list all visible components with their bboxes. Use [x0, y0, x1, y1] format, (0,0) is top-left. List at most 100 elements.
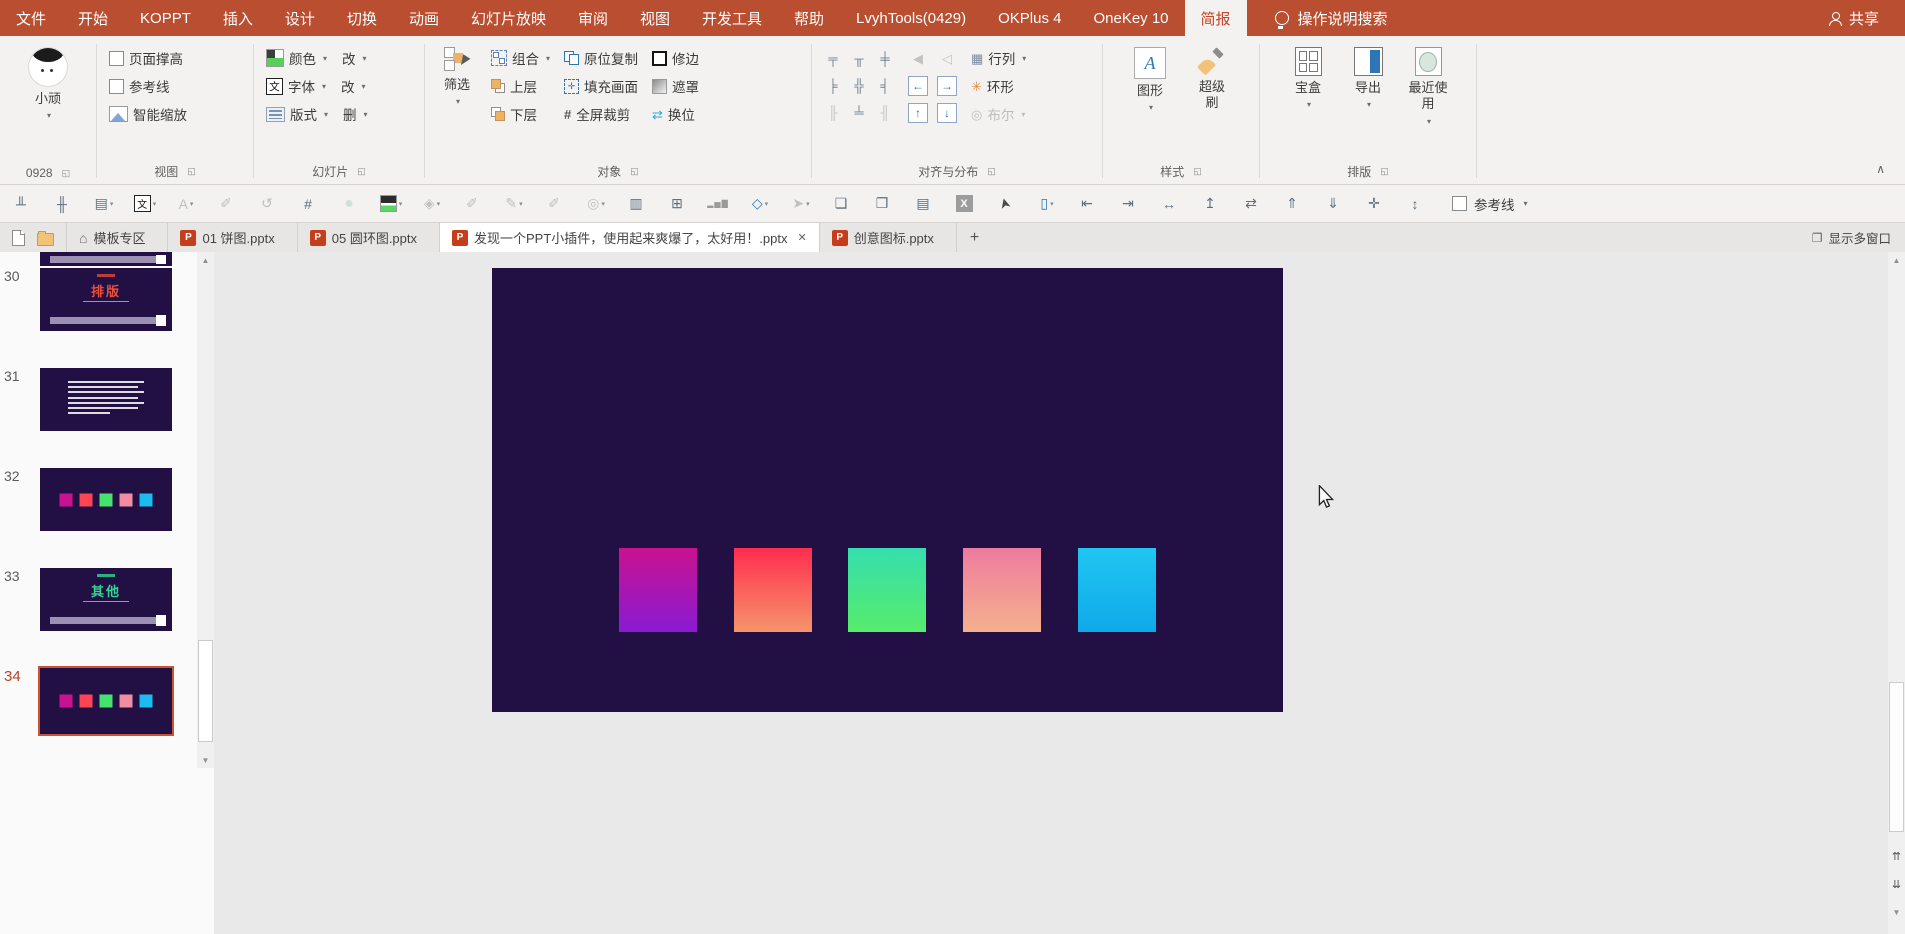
- slide-thumbnail-34-selected[interactable]: [38, 666, 174, 736]
- align-right-edge-icon[interactable]: ⇥: [1117, 191, 1141, 217]
- document-tab[interactable]: P 发现一个PPT小插件，使用起来爽爆了，太好用！.pptx ✕: [440, 223, 820, 252]
- flip-horizontal-icon[interactable]: ◀: [905, 45, 931, 72]
- align-bottom-icon[interactable]: ╨: [10, 191, 34, 217]
- textbox-icon[interactable]: ▤: [912, 191, 936, 217]
- share-button[interactable]: 共享: [1828, 0, 1879, 36]
- fullscreen-crop-button[interactable]: # 全屏裁剪: [561, 101, 641, 127]
- menu-tab[interactable]: 简报: [1184, 0, 1247, 36]
- gradient-square-red-salmon[interactable]: [734, 548, 812, 632]
- eyedropper-icon[interactable]: ✐: [461, 191, 485, 217]
- eyedropper-icon[interactable]: ✐: [215, 191, 239, 217]
- menu-tab[interactable]: 动画: [393, 0, 455, 36]
- scroll-up-icon[interactable]: ▲: [1888, 252, 1905, 268]
- filter-select-button[interactable]: 筛选 ▾: [434, 43, 480, 107]
- dialog-launcher-icon[interactable]: ◱: [187, 167, 196, 176]
- duplicate-in-place-button[interactable]: 原位复制: [561, 45, 641, 71]
- rows-columns-button[interactable]: ▦ 行列 ▾: [968, 45, 1029, 71]
- image-reset-icon[interactable]: ↺: [256, 191, 280, 217]
- next-slide-icon[interactable]: ⇊: [1888, 876, 1905, 892]
- nudge-left-icon[interactable]: ←: [905, 72, 931, 99]
- scrollbar-thumb[interactable]: [198, 640, 213, 742]
- menu-tab[interactable]: 切换: [331, 0, 393, 36]
- avatar-button[interactable]: 小顽 ▾: [24, 43, 72, 121]
- nudge-up-icon[interactable]: ↑: [905, 99, 931, 126]
- page-height-toggle[interactable]: 页面撑高: [106, 45, 190, 71]
- paint-bucket-icon[interactable]: ◈ ▾: [420, 191, 444, 217]
- bring-forward-button[interactable]: 上层: [488, 73, 553, 99]
- nudge-right-icon[interactable]: →: [934, 72, 960, 99]
- font-case-icon[interactable]: A ▾: [174, 191, 198, 217]
- eyedropper-icon[interactable]: ✐: [543, 191, 567, 217]
- show-multiple-windows-button[interactable]: ❐ 显示多窗口: [1812, 223, 1905, 252]
- flip-vertical-icon[interactable]: ◁: [934, 45, 960, 72]
- menu-tab[interactable]: 设计: [269, 0, 331, 36]
- gradient-square-magenta-purple[interactable]: [619, 548, 697, 632]
- selection-frame-icon[interactable]: ▯ ▾: [1035, 191, 1059, 217]
- stretch-horizontal-icon[interactable]: ╟: [821, 99, 845, 126]
- shapes-icon[interactable]: ◇ ▾: [748, 191, 772, 217]
- slide-thumbnail-33[interactable]: 其他: [40, 568, 172, 631]
- export-button[interactable]: 导出 ▾: [1344, 43, 1392, 110]
- super-brush-button[interactable]: 超级刷: [1188, 43, 1236, 112]
- slide-thumbnail-30[interactable]: 排版: [40, 268, 172, 331]
- ring-layout-button[interactable]: ✳ 环形: [968, 73, 1029, 99]
- previous-slide-icon[interactable]: ⇈: [1888, 848, 1905, 864]
- menu-tab[interactable]: 视图: [624, 0, 686, 36]
- slide-thumbnail-31[interactable]: [40, 368, 172, 431]
- collapse-ribbon-button[interactable]: ∧: [1870, 160, 1891, 178]
- slide-thumbnail-partial[interactable]: [40, 252, 172, 266]
- font-button[interactable]: 字体: [288, 76, 315, 96]
- shape-style-button[interactable]: A 图形 ▾: [1126, 43, 1174, 113]
- group-objects-button[interactable]: 组合 ▾: [488, 45, 553, 71]
- fill-color-icon[interactable]: ▾: [379, 191, 403, 217]
- paragraph-style-icon[interactable]: ▤ ▾: [92, 191, 116, 217]
- bring-front-icon[interactable]: ❏: [830, 191, 854, 217]
- menu-tab[interactable]: 插入: [207, 0, 269, 36]
- crop-icon[interactable]: #: [297, 191, 321, 217]
- align-top-icon[interactable]: ╥: [847, 45, 871, 72]
- select-object-icon[interactable]: ➤: [994, 191, 1018, 217]
- menu-tab[interactable]: LvyhTools(0429): [840, 0, 982, 36]
- new-tab-button[interactable]: +: [957, 223, 992, 252]
- menu-tab[interactable]: 开始: [62, 0, 124, 36]
- gradient-square-pink-peach[interactable]: [963, 548, 1041, 632]
- move-down-icon[interactable]: ⇓: [1322, 191, 1346, 217]
- send-back-icon[interactable]: ❐: [871, 191, 895, 217]
- gradient-square-cyan[interactable]: [1078, 548, 1156, 632]
- dialog-launcher-icon[interactable]: ◱: [62, 168, 71, 178]
- document-tab[interactable]: P 01 饼图.pptx: [168, 223, 298, 252]
- guides-toggle[interactable]: 参考线: [106, 73, 190, 99]
- align-left-icon[interactable]: ╞: [821, 72, 845, 99]
- move-up-icon[interactable]: ⇑: [1281, 191, 1305, 217]
- columns-icon[interactable]: ▥: [625, 191, 649, 217]
- document-tab[interactable]: P 创意图标.pptx: [820, 223, 957, 252]
- pen-edit-icon[interactable]: ✎ ▾: [502, 191, 526, 217]
- no-fill-icon[interactable]: X: [953, 191, 977, 217]
- distribute-horizontal-icon[interactable]: ╪: [873, 45, 897, 72]
- center-both-icon[interactable]: ╬: [847, 72, 871, 99]
- stretch-vertical-icon[interactable]: ╧: [847, 99, 871, 126]
- delete-button[interactable]: 删: [343, 104, 357, 124]
- scroll-up-icon[interactable]: ▲: [197, 252, 214, 268]
- menu-tab[interactable]: KOPPT: [124, 0, 207, 36]
- font-edit-button[interactable]: 改: [341, 76, 355, 96]
- swap-size-icon[interactable]: ╢: [873, 99, 897, 126]
- guides-checkbox[interactable]: 参考线 ▾: [1452, 194, 1528, 214]
- gradient-square-teal-green[interactable]: [848, 548, 926, 632]
- smart-zoom-button[interactable]: 智能缩放: [106, 101, 190, 127]
- distribute-center-icon[interactable]: ↔: [1158, 191, 1182, 217]
- nudge-down-icon[interactable]: ↓: [934, 99, 960, 126]
- document-tab[interactable]: P 05 圆环图.pptx: [298, 223, 441, 252]
- swap-position-button[interactable]: ⇄ 换位: [649, 101, 702, 127]
- swap-picture-icon[interactable]: ⇄: [1240, 191, 1264, 217]
- dialog-launcher-icon[interactable]: ◱: [630, 167, 639, 176]
- menu-tab[interactable]: 幻灯片放映: [455, 0, 562, 36]
- menu-tab[interactable]: 审阅: [562, 0, 624, 36]
- open-folder-icon[interactable]: [37, 230, 54, 246]
- oval-shape-icon[interactable]: ●: [338, 191, 362, 217]
- resize-icon[interactable]: ↕: [1404, 191, 1428, 217]
- table-edit-icon[interactable]: ⊞: [666, 191, 690, 217]
- align-top-edge-icon[interactable]: ↥: [1199, 191, 1223, 217]
- boolean-ops-icon[interactable]: ◎ ▾: [584, 191, 608, 217]
- arrow-shape-icon[interactable]: ➤ ▾: [789, 191, 813, 217]
